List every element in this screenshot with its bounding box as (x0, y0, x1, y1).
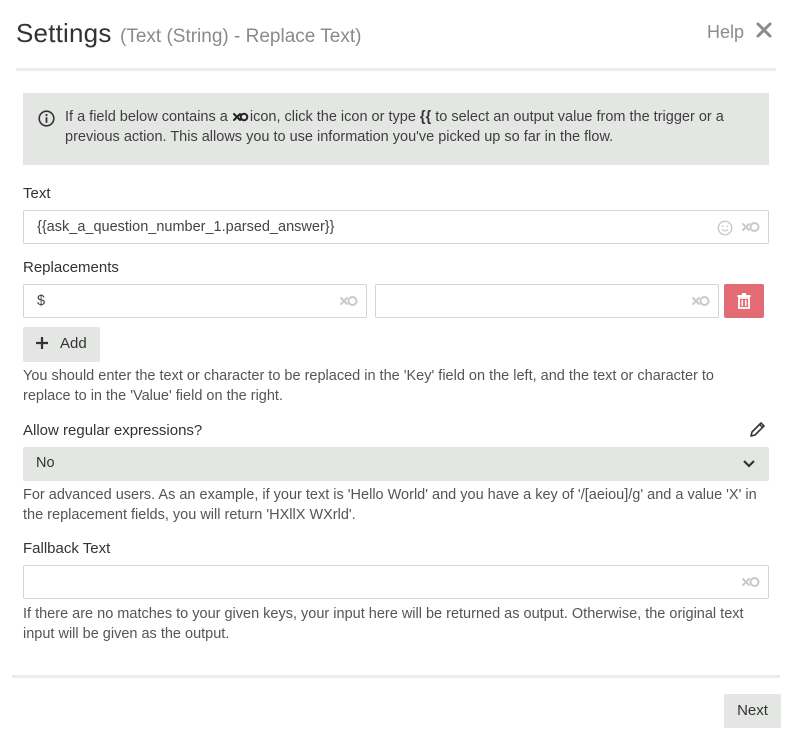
emoji-icon[interactable] (716, 220, 734, 236)
trash-icon (737, 293, 751, 309)
info-icon (38, 110, 55, 127)
fallback-input[interactable] (23, 565, 769, 599)
info-banner: If a field below contains a icon, click … (23, 93, 769, 165)
info-text-part: icon, click the icon or type (249, 109, 416, 125)
link-icon[interactable] (692, 294, 710, 310)
replacements-label: Replacements (23, 259, 119, 276)
braces-token: {{ (419, 109, 432, 125)
next-label: Next (737, 702, 768, 719)
replacement-key-value: $ (37, 293, 46, 309)
link-icon (232, 112, 249, 122)
plus-icon (36, 337, 48, 349)
chevron-down-icon (743, 460, 755, 468)
replacements-help-text: You should enter the text or character t… (23, 368, 714, 404)
text-input-value: {{ask_a_question_number_1.parsed_answer}… (37, 219, 335, 235)
pencil-icon[interactable] (749, 421, 766, 438)
next-button[interactable]: Next (724, 694, 781, 728)
regex-select[interactable]: No (23, 447, 769, 481)
text-input[interactable]: {{ask_a_question_number_1.parsed_answer}… (23, 210, 769, 244)
info-text-part: If a field below contains a (65, 109, 228, 125)
text-field-label: Text (23, 185, 51, 202)
fallback-help-text: If there are no matches to your given ke… (23, 606, 744, 642)
page-subtitle: (Text (String) - Replace Text) (120, 26, 362, 47)
delete-replacement-button[interactable] (724, 284, 764, 318)
regex-label: Allow regular expressions? (23, 422, 203, 439)
dialog-header: Settings (Text (String) - Replace Text) … (16, 18, 776, 54)
link-icon[interactable] (742, 575, 760, 591)
replacement-value-input[interactable] (375, 284, 719, 318)
add-replacement-button[interactable]: Add (23, 327, 100, 362)
replacement-key-input[interactable]: $ (23, 284, 367, 318)
fallback-label: Fallback Text (23, 540, 111, 557)
link-icon[interactable] (340, 294, 358, 310)
add-label: Add (60, 335, 87, 352)
regex-help-text: For advanced users. As an example, if yo… (23, 487, 757, 523)
regex-selected-value: No (36, 455, 55, 471)
page-title: Settings (16, 18, 112, 48)
link-icon[interactable] (742, 220, 760, 236)
info-text: If a field below contains a icon, click … (65, 107, 745, 147)
footer-divider (12, 675, 780, 678)
help-link[interactable]: Help (707, 22, 744, 43)
header-divider (16, 68, 776, 71)
close-icon[interactable] (754, 20, 774, 40)
